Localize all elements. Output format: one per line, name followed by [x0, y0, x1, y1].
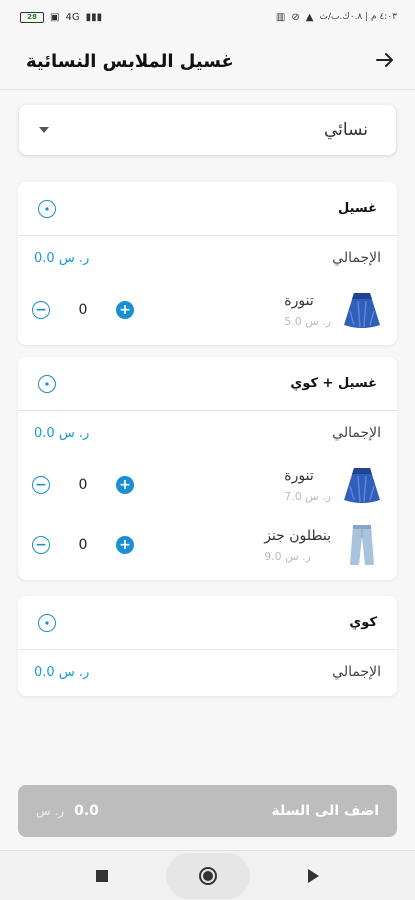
total-label: الإجمالي — [332, 425, 381, 441]
item-row: بنطلون جنز 9.0 ر. س − 0 + — [18, 515, 397, 575]
battery-icon: 28 — [20, 11, 44, 23]
cart-total: ر. س 0.0 — [36, 803, 99, 819]
collapse-icon[interactable] — [38, 199, 56, 218]
page-title: غسيل الملابس النسائية — [26, 51, 234, 72]
total-label: الإجمالي — [332, 664, 381, 680]
status-bar: 28 ▣ 4G ▮▮▮ ٤:٠٣ م | ٠.٨ك.ب/ث ▲ ⊘ ▥ — [0, 0, 415, 34]
minus-button[interactable]: − — [32, 476, 50, 494]
status-time: ٤:٠٣ م | ٠.٨ك.ب/ث — [319, 12, 397, 22]
network-label: 4G — [65, 11, 80, 23]
plus-button[interactable]: + — [116, 536, 134, 554]
quantity-stepper: − 0 + — [32, 301, 134, 319]
item-name: تنورة — [284, 292, 314, 309]
sim-icon: ▣ — [50, 11, 60, 23]
quantity-stepper: − 0 + — [32, 536, 134, 554]
caret-down-icon — [39, 127, 49, 133]
home-icon — [199, 866, 217, 885]
section-header[interactable]: كوي — [18, 596, 397, 650]
back-triangle-icon[interactable] — [308, 868, 319, 883]
add-to-cart-button[interactable]: اضف الى السلة ر. س 0.0 — [18, 785, 397, 837]
recents-icon[interactable] — [96, 869, 108, 882]
total-price: 0.0 ر. س — [34, 664, 90, 680]
total-price: 0.0 ر. س — [34, 250, 90, 266]
add-to-cart-label: اضف الى السلة — [271, 803, 379, 819]
total-price: 0.0 ر. س — [34, 425, 90, 441]
skirt-icon — [341, 288, 383, 332]
home-button[interactable] — [166, 852, 250, 899]
quantity-value: 0 — [78, 302, 88, 318]
status-left: 28 ▣ 4G ▮▮▮ — [20, 11, 103, 23]
section-title: غسيل — [337, 201, 377, 216]
arrow-right-icon[interactable] — [375, 49, 395, 74]
quantity-value: 0 — [78, 477, 88, 493]
item-info: تنورة 5.0 ر. س — [284, 288, 383, 332]
section-card-wash: غسيل الإجمالي 0.0 ر. س تنورة 5.0 ر. س − … — [18, 182, 397, 345]
item-price: 9.0 ر. س — [264, 549, 311, 563]
mute-icon: ⊘ — [291, 11, 300, 23]
section-card-wash-iron: غسيل + كوي الإجمالي 0.0 ر. س تنورة 7.0 ر… — [18, 357, 397, 580]
item-price: 7.0 ر. س — [284, 489, 331, 503]
section-header[interactable]: غسيل + كوي — [18, 357, 397, 411]
minus-button[interactable]: − — [32, 536, 50, 554]
jeans-icon — [341, 523, 383, 567]
category-dropdown[interactable]: نسائي — [19, 105, 396, 155]
skirt-icon — [341, 463, 383, 507]
item-text: تنورة 7.0 ر. س — [284, 468, 331, 503]
system-nav-bar — [0, 850, 415, 900]
minus-button[interactable]: − — [32, 301, 50, 319]
item-text: بنطلون جنز 9.0 ر. س — [264, 528, 331, 563]
app-bar: غسيل الملابس النسائية — [0, 34, 415, 90]
quantity-value: 0 — [78, 537, 88, 553]
plus-button[interactable]: + — [116, 301, 134, 319]
signal-icon: ▮▮▮ — [85, 11, 103, 23]
cart-currency: ر. س — [36, 804, 65, 818]
total-label: الإجمالي — [332, 250, 381, 266]
section-total-row: الإجمالي 0.0 ر. س — [18, 411, 397, 455]
item-text: تنورة 5.0 ر. س — [284, 293, 331, 328]
item-price: 5.0 ر. س — [284, 314, 331, 328]
section-card-iron: كوي الإجمالي 0.0 ر. س — [18, 596, 397, 696]
plus-button[interactable]: + — [116, 476, 134, 494]
section-header[interactable]: غسيل — [18, 182, 397, 236]
alert-icon: ▲ — [305, 11, 314, 23]
item-row: تنورة 7.0 ر. س − 0 + — [18, 455, 397, 515]
collapse-icon[interactable] — [38, 374, 56, 393]
item-name: تنورة — [284, 467, 314, 484]
item-name: بنطلون جنز — [264, 527, 331, 544]
section-total-row: الإجمالي 0.0 ر. س — [18, 650, 397, 694]
status-right: ٤:٠٣ م | ٠.٨ك.ب/ث ▲ ⊘ ▥ — [276, 12, 397, 23]
quantity-stepper: − 0 + — [32, 476, 134, 494]
collapse-icon[interactable] — [38, 613, 56, 632]
section-title: غسيل + كوي — [290, 376, 377, 391]
item-row: تنورة 5.0 ر. س − 0 + — [18, 280, 397, 340]
category-value: نسائي — [324, 120, 368, 140]
cart-amount: 0.0 — [74, 803, 99, 819]
section-title: كوي — [349, 615, 377, 630]
section-total-row: الإجمالي 0.0 ر. س — [18, 236, 397, 280]
item-info: تنورة 7.0 ر. س — [284, 463, 383, 507]
item-info: بنطلون جنز 9.0 ر. س — [264, 523, 383, 567]
trash-icon: ▥ — [275, 11, 286, 23]
